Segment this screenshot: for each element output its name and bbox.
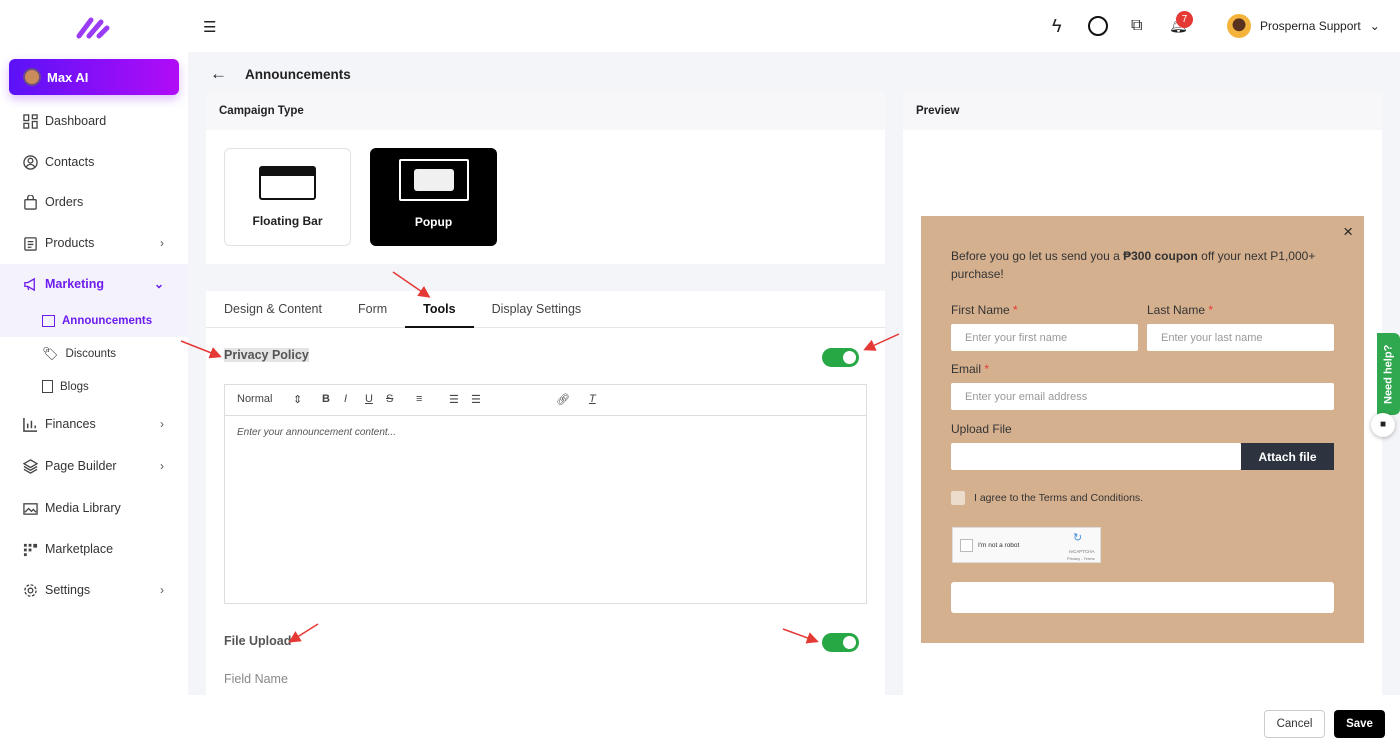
email-label: Email * (951, 362, 990, 376)
chat-icon[interactable]: ■ (1371, 413, 1395, 437)
recaptcha-widget[interactable]: I'm not a robot ↻ reCAPTCHA Privacy - Te… (952, 527, 1101, 563)
last-name-label: Last Name * (1147, 303, 1214, 317)
first-name-label: First Name * (951, 303, 1018, 317)
attach-file-button[interactable]: Attach file (1241, 443, 1334, 470)
upload-file-label: Upload File (951, 422, 1012, 436)
save-button[interactable]: Save (1334, 710, 1385, 738)
terms-checkbox[interactable] (951, 491, 965, 505)
recaptcha-label: I'm not a robot (978, 542, 1020, 549)
recaptcha-logo-icon: ↻ (1073, 532, 1083, 544)
terms-label: I agree to the Terms and Conditions. (974, 492, 1144, 504)
footer-bar (188, 695, 1400, 753)
last-name-input[interactable]: Enter your last name (1147, 324, 1334, 351)
popup-intro: Before you go let us send you a ₱300 cou… (951, 249, 1316, 281)
preview-header: Preview (903, 92, 1382, 130)
file-input[interactable] (951, 443, 1241, 470)
submit-button[interactable] (951, 582, 1334, 613)
recaptcha-links: Privacy - Terms (1067, 556, 1095, 561)
close-icon[interactable]: × (1343, 222, 1353, 242)
recaptcha-brand: reCAPTCHA (1069, 549, 1095, 554)
cancel-button[interactable]: Cancel (1264, 710, 1325, 738)
need-help-tab[interactable]: Need help? (1377, 333, 1400, 415)
popup-preview: × Before you go let us send you a ₱300 c… (921, 216, 1364, 643)
first-name-input[interactable]: Enter your first name (951, 324, 1138, 351)
email-input[interactable]: Enter your email address (951, 383, 1334, 410)
recaptcha-checkbox[interactable] (960, 539, 973, 552)
